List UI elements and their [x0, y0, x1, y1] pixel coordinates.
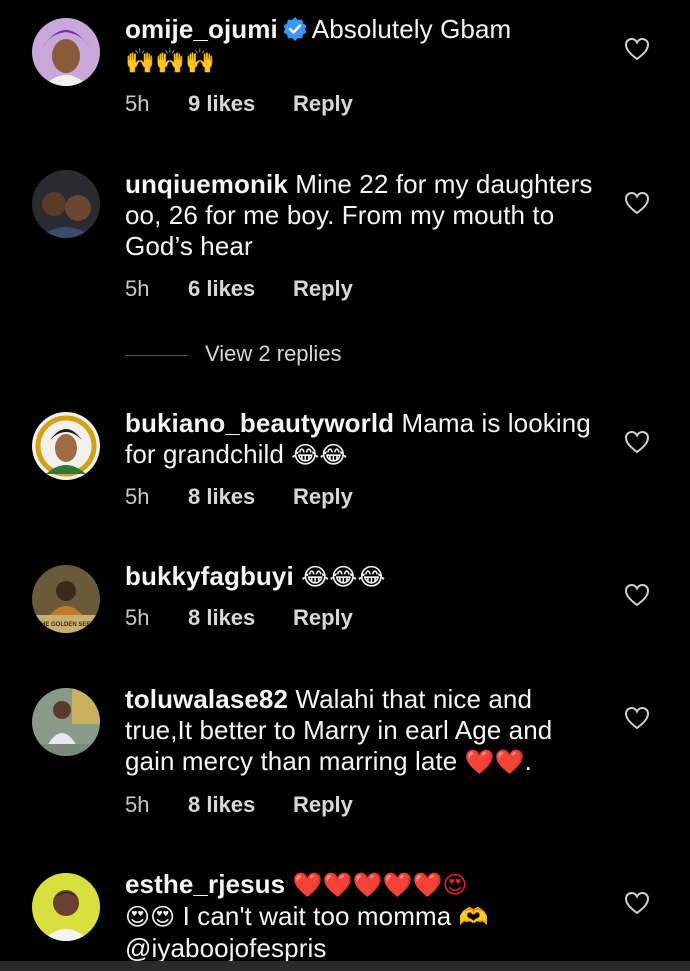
- comment-time: 5h: [125, 276, 150, 301]
- comment-body: toluwalase82 Walahi that nice and true,I…: [125, 684, 600, 778]
- comment-body: bukiano_beautyworld Mama is looking for …: [125, 408, 600, 471]
- likes-count[interactable]: 8 likes: [188, 603, 293, 633]
- comment-body: unqiuemonik Mine 22 for my daughters oo,…: [125, 169, 600, 262]
- comment-body: esthe_rjesus ❤️❤️❤️❤️❤️😍 😍😍 I can't wait…: [125, 869, 600, 964]
- comment-meta: 5h 8 likes Reply: [125, 482, 353, 512]
- comment-time: 5h: [125, 91, 150, 116]
- heart-icon[interactable]: [624, 706, 650, 730]
- comment-emojis: 😂😂😂: [301, 563, 386, 591]
- verified-badge-icon: [283, 17, 307, 41]
- heart-icon[interactable]: [624, 891, 650, 915]
- mention-link[interactable]: @iyaboojofespris: [125, 933, 326, 963]
- heart-icon[interactable]: [624, 37, 650, 61]
- comment-meta: 5h 8 likes Reply: [125, 603, 353, 633]
- comment-emojis: 🫶: [458, 903, 489, 931]
- likes-count[interactable]: 8 likes: [188, 482, 293, 512]
- avatar[interactable]: [32, 412, 100, 480]
- comment-emojis: 😂😂: [291, 441, 348, 469]
- comment-username[interactable]: omije_ojumi: [125, 14, 278, 44]
- comment-body: omije_ojumi Absolutely Gbam 🙌🙌🙌: [125, 14, 600, 77]
- reply-button[interactable]: Reply: [293, 89, 353, 119]
- comment-username[interactable]: esthe_rjesus: [125, 869, 285, 899]
- comment-username[interactable]: unqiuemonik: [125, 169, 288, 199]
- reply-button[interactable]: Reply: [293, 274, 353, 304]
- avatar[interactable]: [32, 688, 100, 756]
- avatar[interactable]: [32, 170, 100, 238]
- comment-emojis: 🙌🙌🙌: [125, 47, 215, 75]
- comment-username[interactable]: bukiano_beautyworld: [125, 408, 394, 438]
- comment-text: I can't wait too momma: [182, 901, 452, 931]
- comment-body: bukkyfagbuyi 😂😂😂: [125, 561, 600, 593]
- reply-button[interactable]: Reply: [293, 790, 353, 820]
- heart-icon[interactable]: [624, 583, 650, 607]
- heart-icon[interactable]: [624, 191, 650, 215]
- likes-count[interactable]: 6 likes: [188, 274, 293, 304]
- bottom-bar: [0, 961, 690, 971]
- comment-username[interactable]: toluwalase82: [125, 684, 288, 714]
- comment-time: 5h: [125, 792, 150, 817]
- view-replies-label: View 2 replies: [205, 341, 342, 366]
- likes-count[interactable]: 9 likes: [188, 89, 293, 119]
- comment-time: 5h: [125, 605, 150, 630]
- view-replies-button[interactable]: View 2 replies: [125, 339, 342, 369]
- avatar[interactable]: [32, 18, 100, 86]
- reply-button[interactable]: Reply: [293, 603, 353, 633]
- comment-meta: 5h 9 likes Reply: [125, 89, 353, 119]
- divider-line: [125, 354, 188, 356]
- avatar[interactable]: THE GOLDEN SEED: [32, 565, 100, 633]
- comment-meta: 5h 6 likes Reply: [125, 274, 353, 304]
- heart-icon[interactable]: [624, 430, 650, 454]
- comment-emojis: ❤️❤️: [464, 748, 525, 776]
- likes-count[interactable]: 8 likes: [188, 790, 293, 820]
- comment-time: 5h: [125, 484, 150, 509]
- comment-text-tail: .: [524, 746, 532, 776]
- comment-text: Absolutely Gbam: [311, 14, 512, 44]
- avatar-caption: THE GOLDEN SEED: [37, 622, 95, 628]
- comment-emojis: 😍😍: [125, 903, 176, 931]
- comment-meta: 5h 8 likes Reply: [125, 790, 353, 820]
- avatar[interactable]: [32, 873, 100, 941]
- comment-emojis: ❤️❤️❤️❤️❤️😍: [292, 871, 468, 899]
- reply-button[interactable]: Reply: [293, 482, 353, 512]
- comment-username[interactable]: bukkyfagbuyi: [125, 561, 294, 591]
